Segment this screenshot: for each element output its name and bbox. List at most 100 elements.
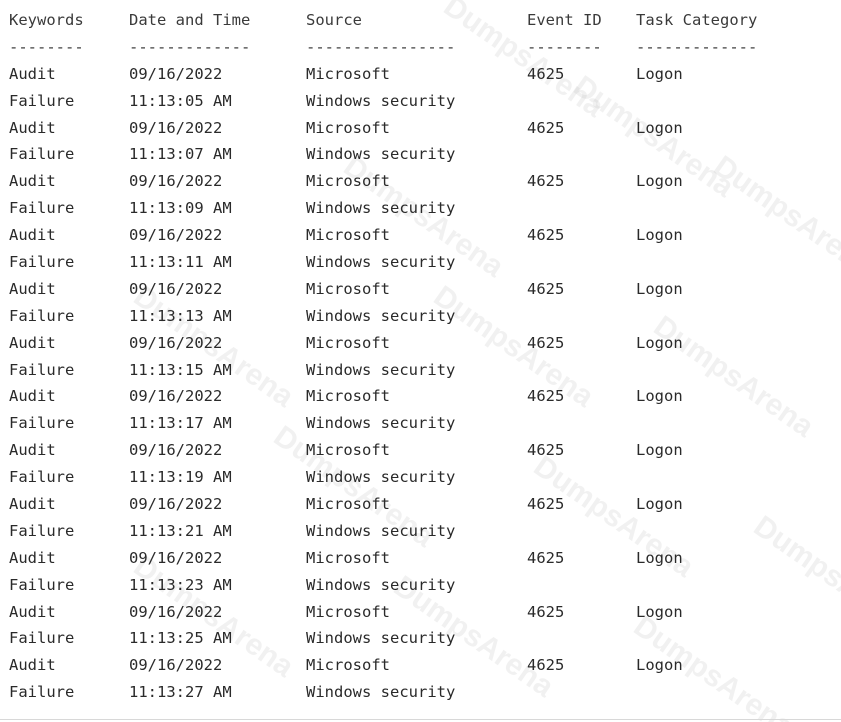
event-time: 11:13:17 AM [129,414,232,433]
source-line1: Microsoft [306,656,390,675]
event-id: 4625 [527,172,565,191]
event-row-line1: Audit 09/16/2022 Microsoft 4625 Logon [9,545,829,572]
source-line1: Microsoft [306,441,390,460]
event-date: 09/16/2022 [129,602,223,621]
keyword-failure: Failure [9,145,75,164]
event-row-line2: Failure 11:13:15 AM Windows security [9,357,829,384]
source-line2: Windows security [306,145,456,164]
keyword-audit: Audit [9,441,56,460]
source-line1: Microsoft [306,279,390,298]
column-header-row: Keywords Date and Time Source Event ID T… [9,7,829,34]
source-line2: Windows security [306,521,456,540]
event-time: 11:13:09 AM [129,199,232,218]
keyword-audit: Audit [9,602,56,621]
event-time: 11:13:21 AM [129,521,232,540]
source-line2: Windows security [306,414,456,433]
keyword-failure: Failure [9,468,75,487]
event-row-line2: Failure 11:13:09 AM Windows security [9,195,829,222]
source-line2: Windows security [306,468,456,487]
event-row-line2: Failure 11:13:13 AM Windows security [9,303,829,330]
keyword-failure: Failure [9,521,75,540]
source-line2: Windows security [306,91,456,110]
keyword-audit: Audit [9,333,56,352]
event-row-line2: Failure 11:13:23 AM Windows security [9,572,829,599]
keyword-failure: Failure [9,414,75,433]
separator-event-id: -------- [527,37,602,56]
header-separator-row: -------- ------------- ---------------- … [9,34,829,61]
event-date: 09/16/2022 [129,279,223,298]
event-row-line1: Audit 09/16/2022 Microsoft 4625 Logon [9,437,829,464]
source-line1: Microsoft [306,495,390,514]
event-date: 09/16/2022 [129,226,223,245]
keyword-audit: Audit [9,226,56,245]
task-category: Logon [636,495,683,514]
source-line2: Windows security [306,306,456,325]
keyword-failure: Failure [9,575,75,594]
task-category: Logon [636,602,683,621]
event-time: 11:13:25 AM [129,629,232,648]
keyword-audit: Audit [9,656,56,675]
keyword-failure: Failure [9,683,75,702]
keyword-audit: Audit [9,495,56,514]
event-row-line1: Audit 09/16/2022 Microsoft 4625 Logon [9,115,829,142]
separator-keywords: -------- [9,37,84,56]
keyword-failure: Failure [9,91,75,110]
event-id: 4625 [527,495,565,514]
keyword-failure: Failure [9,629,75,648]
event-id: 4625 [527,333,565,352]
event-row-line1: Audit 09/16/2022 Microsoft 4625 Logon [9,330,829,357]
task-category: Logon [636,333,683,352]
event-row-line1: Audit 09/16/2022 Microsoft 4625 Logon [9,276,829,303]
header-keywords: Keywords [9,11,84,29]
separator-source: ---------------- [306,37,456,56]
event-time: 11:13:27 AM [129,683,232,702]
event-row-line2: Failure 11:13:17 AM Windows security [9,410,829,437]
header-date-time: Date and Time [129,11,251,29]
source-line2: Windows security [306,199,456,218]
event-id: 4625 [527,656,565,675]
source-line2: Windows security [306,575,456,594]
event-date: 09/16/2022 [129,441,223,460]
event-row-line2: Failure 11:13:05 AM Windows security [9,88,829,115]
task-category: Logon [636,64,683,83]
keyword-audit: Audit [9,172,56,191]
source-line1: Microsoft [306,602,390,621]
separator-task-category: ------------- [636,37,758,56]
keyword-failure: Failure [9,199,75,218]
event-id: 4625 [527,441,565,460]
header-source: Source [306,11,362,29]
source-line2: Windows security [306,360,456,379]
event-date: 09/16/2022 [129,495,223,514]
event-rows: Audit 09/16/2022 Microsoft 4625 Logon Failure… [9,61,829,706]
source-line2: Windows security [306,629,456,648]
event-row-line2: Failure 11:13:27 AM Windows security [9,679,829,706]
keyword-audit: Audit [9,118,56,137]
task-category: Logon [636,118,683,137]
event-row-line2: Failure 11:13:25 AM Windows security [9,625,829,652]
event-id: 4625 [527,64,565,83]
source-line1: Microsoft [306,172,390,191]
task-category: Logon [636,548,683,567]
event-date: 09/16/2022 [129,333,223,352]
task-category: Logon [636,387,683,406]
task-category: Logon [636,226,683,245]
keyword-failure: Failure [9,253,75,272]
event-id: 4625 [527,387,565,406]
source-line1: Microsoft [306,118,390,137]
header-task-category: Task Category [636,11,758,29]
event-time: 11:13:07 AM [129,145,232,164]
event-id: 4625 [527,279,565,298]
event-row-line2: Failure 11:13:19 AM Windows security [9,464,829,491]
keyword-audit: Audit [9,387,56,406]
event-row-line1: Audit 09/16/2022 Microsoft 4625 Logon [9,383,829,410]
event-date: 09/16/2022 [129,64,223,83]
keyword-audit: Audit [9,548,56,567]
task-category: Logon [636,172,683,191]
event-row-line2: Failure 11:13:07 AM Windows security [9,141,829,168]
event-id: 4625 [527,226,565,245]
event-row-line2: Failure 11:13:11 AM Windows security [9,249,829,276]
event-date: 09/16/2022 [129,387,223,406]
event-time: 11:13:13 AM [129,306,232,325]
source-line1: Microsoft [306,387,390,406]
event-row-line1: Audit 09/16/2022 Microsoft 4625 Logon [9,168,829,195]
